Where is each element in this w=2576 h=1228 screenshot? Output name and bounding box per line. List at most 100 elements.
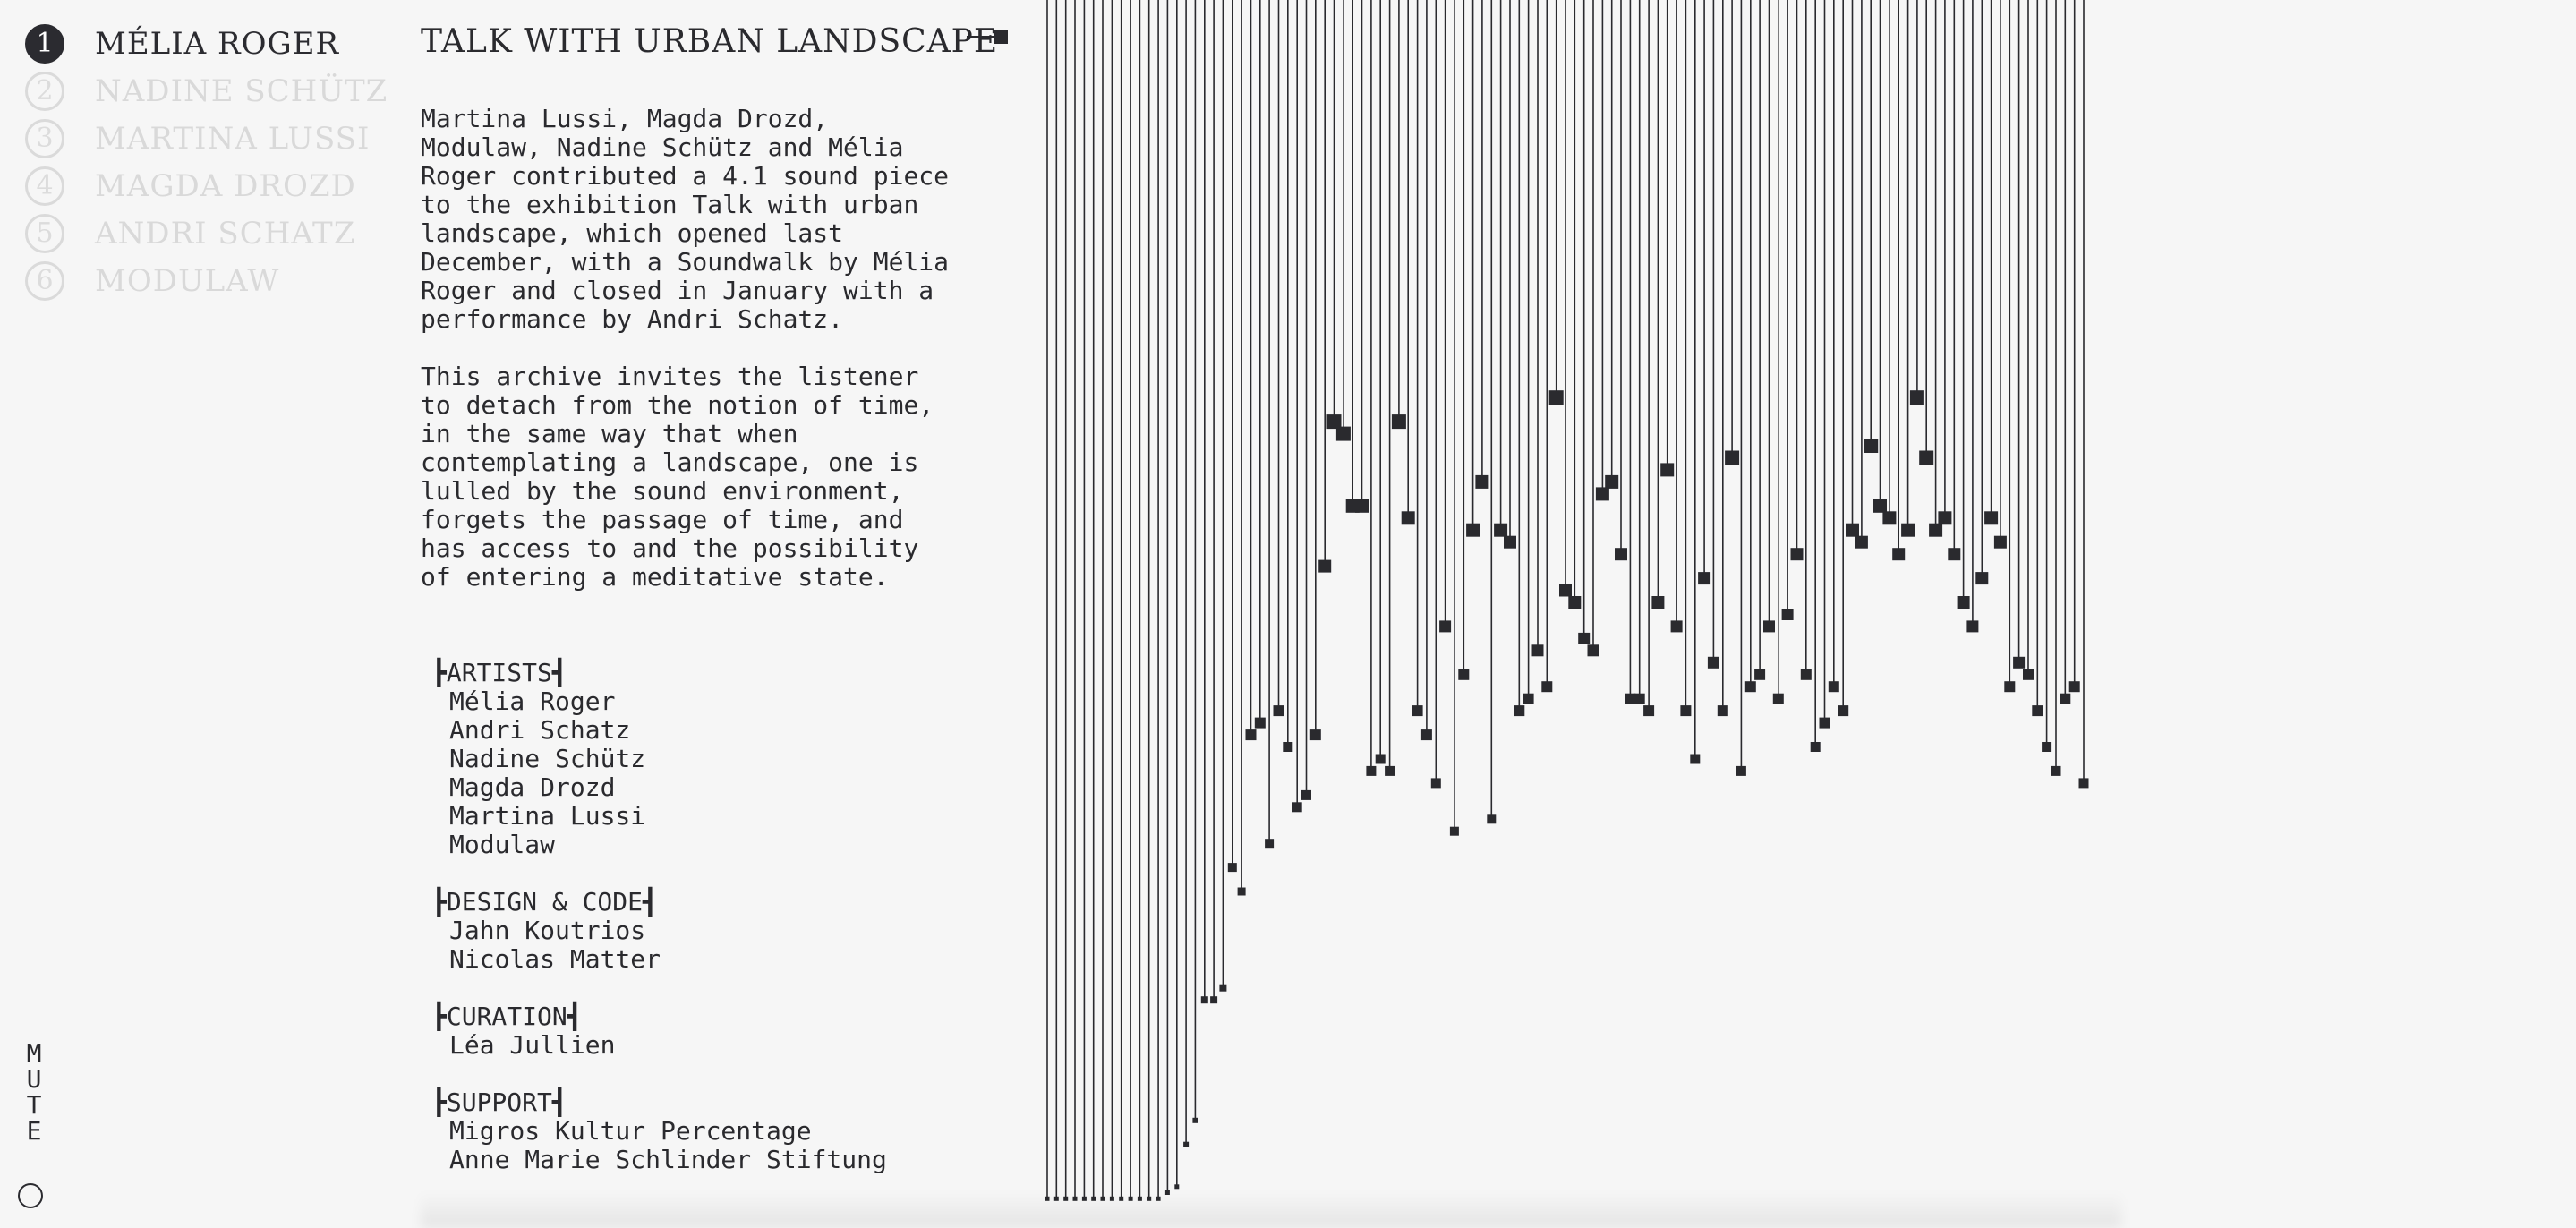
level-marker[interactable] xyxy=(1245,729,1257,741)
level-marker[interactable] xyxy=(1548,390,1564,405)
level-marker[interactable] xyxy=(1385,765,1395,776)
level-marker[interactable] xyxy=(1993,535,2007,549)
level-marker[interactable] xyxy=(2060,693,2071,704)
level-marker[interactable] xyxy=(1643,705,1655,717)
level-marker[interactable] xyxy=(1901,523,1915,537)
level-marker[interactable] xyxy=(1975,572,1989,585)
level-marker[interactable] xyxy=(1254,717,1266,729)
level-marker[interactable] xyxy=(1754,669,1766,680)
level-marker[interactable] xyxy=(1717,705,1728,717)
level-marker[interactable] xyxy=(1615,548,1627,561)
level-marker[interactable] xyxy=(1938,511,1952,525)
level-marker[interactable] xyxy=(1838,705,1849,717)
level-marker[interactable] xyxy=(1660,463,1675,477)
level-marker[interactable] xyxy=(1273,705,1284,717)
level-marker[interactable] xyxy=(1633,693,1645,704)
bottom-shadow xyxy=(421,1192,2121,1228)
scrubber-handle[interactable] xyxy=(994,30,1008,44)
level-marker[interactable] xyxy=(1919,450,1934,465)
level-marker[interactable] xyxy=(1828,681,1839,693)
level-marker[interactable] xyxy=(1772,693,1784,704)
level-marker[interactable] xyxy=(1966,620,1979,633)
level-marker[interactable] xyxy=(1401,511,1415,525)
level-marker[interactable] xyxy=(1800,669,1812,680)
level-marker[interactable] xyxy=(2078,778,2089,789)
level-marker[interactable] xyxy=(1559,584,1572,597)
level-marker[interactable] xyxy=(1725,450,1740,465)
level-marker[interactable] xyxy=(1929,523,1943,537)
level-marker[interactable] xyxy=(1698,572,1711,585)
level-marker[interactable] xyxy=(1781,609,1794,620)
level-marker[interactable] xyxy=(1625,693,1636,704)
level-marker[interactable] xyxy=(1449,826,1459,836)
level-marker[interactable] xyxy=(1846,523,1859,537)
level-marker[interactable] xyxy=(1707,656,1719,669)
level-marker[interactable] xyxy=(1192,1117,1198,1123)
level-marker[interactable] xyxy=(1210,996,1218,1004)
level-marker[interactable] xyxy=(1487,814,1497,824)
level-marker[interactable] xyxy=(1651,596,1665,609)
level-marker[interactable] xyxy=(1568,596,1582,609)
level-marker[interactable] xyxy=(1420,729,1432,741)
level-marker[interactable] xyxy=(2042,742,2052,752)
level-marker[interactable] xyxy=(1744,681,1756,693)
level-marker[interactable] xyxy=(1605,474,1619,489)
level-marker[interactable] xyxy=(1430,778,1441,789)
level-marker[interactable] xyxy=(1578,632,1591,644)
level-marker[interactable] xyxy=(1587,644,1599,657)
level-marker[interactable] xyxy=(1439,620,1452,633)
level-marker[interactable] xyxy=(1819,717,1830,729)
level-marker[interactable] xyxy=(1531,644,1544,657)
level-marker[interactable] xyxy=(1541,681,1553,693)
level-marker[interactable] xyxy=(1680,705,1692,717)
level-marker[interactable] xyxy=(1475,474,1489,489)
level-marker[interactable] xyxy=(1309,729,1321,741)
level-marker[interactable] xyxy=(1909,390,1924,405)
level-marker[interactable] xyxy=(1957,596,1970,609)
level-marker[interactable] xyxy=(1174,1184,1180,1190)
level-marker[interactable] xyxy=(1183,1141,1190,1147)
level-marker[interactable] xyxy=(1355,499,1369,513)
level-marker[interactable] xyxy=(1892,548,1906,561)
level-marker[interactable] xyxy=(2023,669,2034,680)
level-marker[interactable] xyxy=(1237,887,1246,896)
level-marker[interactable] xyxy=(1810,742,1821,752)
level-marker[interactable] xyxy=(1523,693,1534,704)
level-marker[interactable] xyxy=(2032,705,2043,717)
level-marker[interactable] xyxy=(1864,439,1879,453)
sound-visualization[interactable] xyxy=(0,0,2576,1226)
level-marker[interactable] xyxy=(1292,802,1302,813)
level-marker[interactable] xyxy=(1227,863,1237,873)
level-marker[interactable] xyxy=(1375,754,1386,764)
level-marker[interactable] xyxy=(1514,705,1525,717)
level-marker[interactable] xyxy=(1790,548,1804,561)
level-marker[interactable] xyxy=(1219,984,1227,992)
level-marker[interactable] xyxy=(2004,681,2016,693)
level-marker[interactable] xyxy=(2068,681,2080,693)
level-marker[interactable] xyxy=(1690,754,1701,764)
level-marker[interactable] xyxy=(1882,511,1897,525)
level-marker[interactable] xyxy=(1873,499,1887,513)
level-marker[interactable] xyxy=(1318,559,1332,573)
level-marker[interactable] xyxy=(1763,620,1775,633)
level-marker[interactable] xyxy=(1494,523,1508,537)
level-marker[interactable] xyxy=(1984,511,1999,525)
level-marker[interactable] xyxy=(1504,535,1516,549)
level-marker[interactable] xyxy=(1736,765,1746,776)
level-marker[interactable] xyxy=(1412,705,1423,717)
level-marker[interactable] xyxy=(1595,487,1609,501)
level-marker[interactable] xyxy=(1335,426,1351,441)
level-marker[interactable] xyxy=(1948,548,1961,561)
level-marker[interactable] xyxy=(2051,765,2061,776)
level-marker[interactable] xyxy=(1855,535,1868,549)
level-marker[interactable] xyxy=(1366,765,1377,776)
level-marker[interactable] xyxy=(2013,656,2026,669)
level-marker[interactable] xyxy=(1670,620,1683,633)
level-marker[interactable] xyxy=(1200,996,1208,1004)
level-marker[interactable] xyxy=(1301,789,1311,800)
level-marker[interactable] xyxy=(1283,742,1293,752)
level-marker[interactable] xyxy=(1265,839,1275,849)
level-marker[interactable] xyxy=(1391,414,1406,430)
level-marker[interactable] xyxy=(1458,669,1470,680)
level-marker[interactable] xyxy=(1466,523,1480,537)
